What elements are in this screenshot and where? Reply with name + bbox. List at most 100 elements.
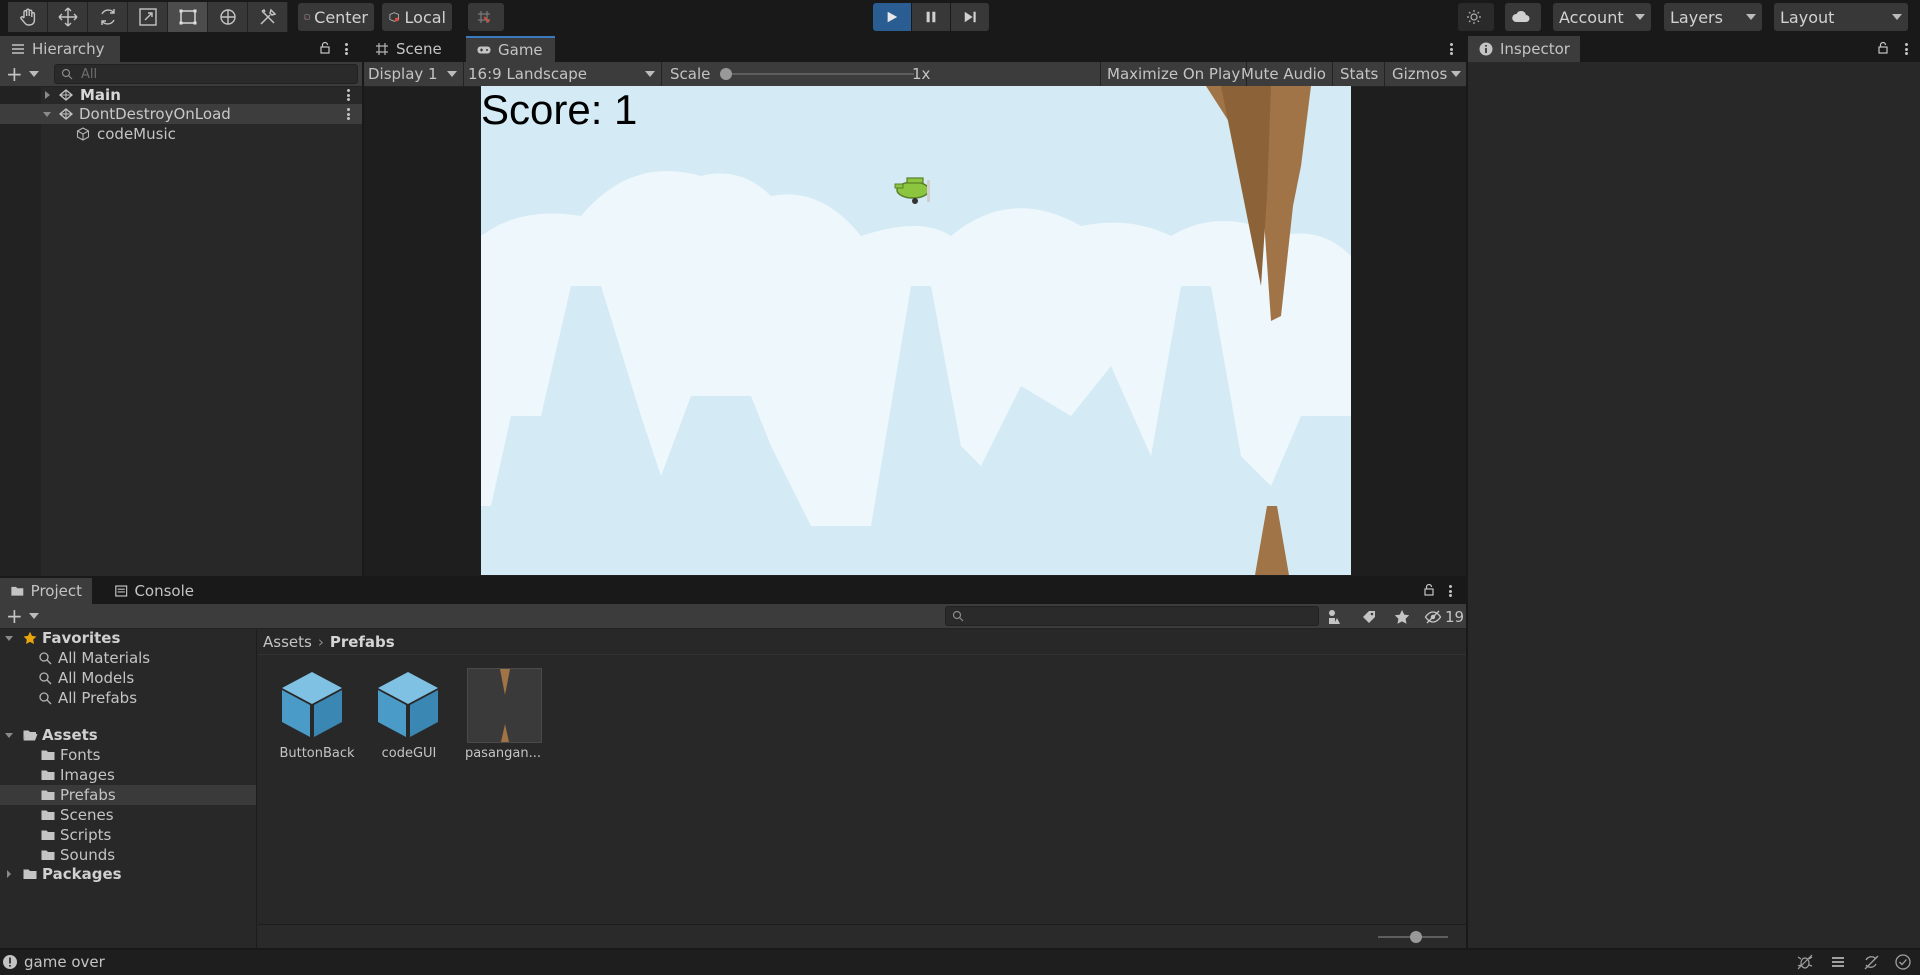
transform-tool-icon[interactable] — [208, 2, 248, 32]
favorite-all-models[interactable]: All Models — [38, 668, 134, 688]
icon-size-slider-thumb[interactable] — [1410, 931, 1422, 943]
game-viewport[interactable]: Score: 1 — [481, 86, 1351, 575]
tab-inspector[interactable]: Inspector — [1468, 36, 1580, 62]
mute-audio-toggle[interactable]: Mute Audio — [1235, 62, 1333, 86]
favorites-header[interactable]: Favorites — [4, 628, 120, 648]
lock-icon[interactable] — [1422, 583, 1436, 597]
star-icon[interactable] — [1393, 608, 1411, 626]
hidden-packages-toggle[interactable]: 19 — [1424, 607, 1464, 627]
status-message[interactable]: game over — [24, 953, 105, 971]
scale-slider[interactable] — [724, 73, 914, 75]
asset-codegui-thumbnail[interactable] — [372, 668, 444, 740]
create-asset-button[interactable]: + — [6, 606, 40, 626]
panel-menu-icon[interactable] — [1898, 41, 1914, 57]
rect-tool-icon[interactable] — [168, 2, 208, 32]
grid-snap-button[interactable] — [468, 3, 504, 31]
pivot-center-button[interactable]: Center — [298, 3, 374, 31]
collapse-arrow-icon[interactable] — [4, 730, 14, 740]
folder-label: Sounds — [60, 846, 116, 864]
inspector-tabbar: Inspector — [1468, 36, 1920, 62]
custom-tool-icon[interactable] — [248, 2, 288, 32]
project-toolbar: + 19 — [0, 604, 1466, 629]
breadcrumb-assets[interactable]: Assets — [263, 633, 312, 651]
hierarchy-item-label: DontDestroyOnLoad — [79, 105, 231, 123]
tab-hierarchy[interactable]: Hierarchy — [0, 36, 120, 62]
scale-tool-icon[interactable] — [128, 2, 168, 32]
folder-images[interactable]: Images — [40, 765, 115, 785]
project-panel: Project Console + 19 Favorites All Mater… — [0, 578, 1466, 948]
tab-console[interactable]: Console — [104, 578, 204, 604]
console-tab-label: Console — [134, 582, 194, 600]
asset-pasangan-label[interactable]: pasangan... — [456, 746, 550, 761]
aspect-dropdown[interactable]: 16:9 Landscape — [468, 62, 662, 86]
play-button[interactable] — [873, 3, 911, 31]
folder-scenes[interactable]: Scenes — [40, 805, 114, 825]
filter-by-type-icon[interactable] — [1326, 608, 1344, 626]
tab-game[interactable]: Game — [466, 36, 555, 62]
check-circle-icon[interactable] — [1894, 953, 1912, 971]
progress-stack-icon[interactable] — [1829, 953, 1847, 971]
game-scene-background — [481, 86, 1351, 575]
asset-buttonback-thumbnail[interactable] — [276, 668, 348, 740]
item-menu-icon[interactable] — [340, 106, 356, 122]
favorite-all-prefabs[interactable]: All Prefabs — [38, 688, 137, 708]
display-dropdown[interactable]: Display 1 — [368, 62, 464, 86]
item-menu-icon[interactable] — [340, 87, 356, 103]
hierarchy-item-main[interactable]: Main — [0, 85, 362, 105]
rotate-tool-icon[interactable] — [88, 2, 128, 32]
panel-menu-icon[interactable] — [1443, 41, 1459, 57]
layers-dropdown[interactable]: Layers — [1664, 3, 1762, 31]
step-button[interactable] — [951, 3, 989, 31]
chevron-down-icon[interactable] — [1451, 71, 1461, 77]
tab-project[interactable]: Project — [0, 578, 92, 604]
stats-toggle[interactable]: Stats — [1334, 62, 1386, 86]
layout-label: Layout — [1780, 7, 1835, 27]
pause-button[interactable] — [912, 3, 950, 31]
asset-codegui-label[interactable]: codeGUI — [362, 746, 456, 761]
hidden-count: 19 — [1445, 608, 1465, 626]
asset-pasangan-thumbnail[interactable] — [467, 668, 542, 743]
collapse-arrow-icon[interactable] — [42, 109, 52, 119]
tab-scene[interactable]: Scene — [364, 36, 460, 62]
account-dropdown[interactable]: Account — [1553, 3, 1651, 31]
asset-buttonback-label[interactable]: ButtonBack — [270, 746, 364, 761]
layout-dropdown[interactable]: Layout — [1774, 3, 1908, 31]
bug-icon[interactable] — [1796, 953, 1814, 971]
panel-menu-icon[interactable] — [338, 41, 354, 57]
assets-root-folder[interactable]: Assets — [4, 725, 98, 745]
collab-button[interactable] — [1458, 3, 1494, 31]
project-search-input[interactable] — [945, 606, 1319, 626]
create-button[interactable]: + — [6, 64, 40, 84]
folder-label: Scenes — [60, 806, 114, 824]
folder-scripts[interactable]: Scripts — [40, 825, 111, 845]
folder-fonts[interactable]: Fonts — [40, 745, 100, 765]
favorite-all-materials[interactable]: All Materials — [38, 648, 150, 668]
star-icon — [23, 631, 37, 645]
expand-arrow-icon[interactable] — [42, 90, 52, 100]
auto-refresh-icon[interactable] — [1862, 953, 1880, 971]
maximize-on-play-toggle[interactable]: Maximize On Play — [1100, 62, 1248, 86]
panel-menu-icon[interactable] — [1442, 583, 1458, 599]
pivot-icon — [304, 14, 310, 20]
folder-sounds[interactable]: Sounds — [40, 845, 115, 865]
lock-icon[interactable] — [1876, 41, 1890, 55]
pause-icon — [926, 11, 936, 23]
hierarchy-search-input[interactable]: All — [54, 64, 358, 84]
hierarchy-item-dontdestroyonload[interactable]: DontDestroyOnLoad — [0, 104, 362, 124]
packages-root-folder[interactable]: Packages — [4, 864, 122, 884]
folder-prefabs[interactable]: Prefabs — [40, 785, 116, 805]
lock-icon[interactable] — [318, 41, 332, 55]
pivot-center-label: Center — [314, 7, 368, 27]
filter-by-label-icon[interactable] — [1360, 608, 1378, 626]
hierarchy-item-codemusic[interactable]: codeMusic — [0, 124, 362, 144]
scale-slider-thumb[interactable] — [720, 68, 732, 80]
cloud-button[interactable] — [1505, 3, 1541, 31]
move-tool-icon[interactable] — [48, 2, 88, 32]
collapse-arrow-icon[interactable] — [4, 633, 14, 643]
info-icon — [1479, 42, 1493, 56]
pivot-local-button[interactable]: Local — [382, 3, 452, 31]
gizmos-toggle[interactable]: Gizmos — [1386, 62, 1453, 86]
expand-arrow-icon[interactable] — [4, 869, 14, 879]
hand-tool-icon[interactable] — [8, 2, 48, 32]
breadcrumb-prefabs[interactable]: Prefabs — [330, 633, 395, 651]
